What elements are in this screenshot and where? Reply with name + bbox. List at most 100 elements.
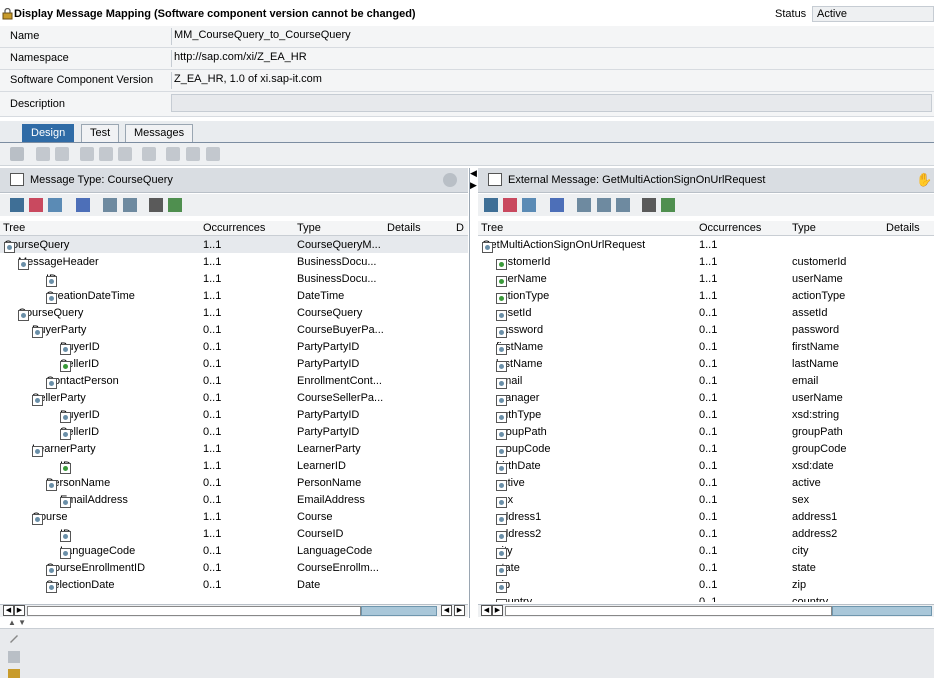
tree-node-name[interactable]: ▽SellerParty — [32, 392, 86, 406]
tree-node-name[interactable]: SelectionDate — [46, 579, 115, 593]
copy-icon[interactable] — [186, 147, 200, 161]
tree-row[interactable]: ID 1..1 LearnerID — [0, 457, 468, 474]
left-scrollbar[interactable]: ◀ ▶ ◀ ▶ — [0, 604, 468, 617]
col-tree-right[interactable]: Tree — [481, 222, 503, 234]
tab-design[interactable]: Design — [22, 124, 75, 142]
tree-row[interactable]: LanguageCode 0..1 LanguageCode — [0, 542, 468, 559]
tree-row[interactable]: ▽BuyerParty 0..1 CourseBuyerPa... — [0, 321, 468, 338]
tree-row[interactable]: sex 0..1 sex — [478, 491, 934, 508]
table-icon[interactable] — [118, 147, 132, 161]
collapse-panel-icon[interactable]: ▲ ▼ — [8, 618, 26, 627]
tree-row[interactable]: birthDate 0..1 xsd:date — [478, 457, 934, 474]
tree-row[interactable]: SellerID 0..1 PartyPartyID — [0, 355, 468, 372]
tree-node-name[interactable]: BuyerID — [60, 409, 100, 423]
tree-view-icon[interactable] — [8, 651, 20, 663]
tree-row[interactable]: address2 0..1 address2 — [478, 525, 934, 542]
name-field[interactable]: MM_CourseQuery_to_CourseQuery — [171, 28, 934, 45]
col-type-right[interactable]: Type — [792, 222, 816, 234]
tree-row[interactable]: actionType 1..1 actionType — [478, 287, 934, 304]
dependency-icon-right[interactable] — [577, 198, 591, 212]
scroll-right-icon-right[interactable]: ▶ — [492, 605, 503, 616]
tree-row[interactable]: BuyerID 0..1 PartyPartyID — [0, 338, 468, 355]
tree-node-name[interactable]: password — [496, 324, 543, 338]
delete-icon[interactable] — [55, 147, 69, 161]
tree-row[interactable]: ID 1..1 CourseID — [0, 525, 468, 542]
tree-row[interactable]: groupCode 0..1 groupCode — [478, 440, 934, 457]
tree-row[interactable]: password 0..1 password — [478, 321, 934, 338]
tree-row[interactable]: ▽CourseQuery 1..1 CourseQueryM... — [0, 236, 468, 253]
tree-node-name[interactable]: assetId — [496, 307, 531, 321]
col-type[interactable]: Type — [297, 222, 321, 234]
tree-row[interactable]: manager 0..1 userName — [478, 389, 934, 406]
tree-row[interactable]: SelectionDate 0..1 Date — [0, 576, 468, 593]
tree-node-name[interactable]: ID — [60, 528, 71, 542]
tree-node-name[interactable]: SellerID — [60, 426, 99, 440]
tree-row[interactable]: ▷ContactPerson 0..1 EnrollmentCont... — [0, 372, 468, 389]
tree-node-name[interactable]: CreationDateTime — [46, 290, 135, 304]
tree-node-name[interactable]: ▽GetMultiActionSignOnUrlRequest — [482, 239, 645, 253]
list-icon[interactable] — [206, 147, 220, 161]
tree-node-name[interactable]: ▽Course — [32, 511, 67, 525]
tree-row[interactable]: ▽MessageHeader 1..1 BusinessDocu... — [0, 253, 468, 270]
export-icon-right[interactable] — [661, 198, 675, 212]
tree-row[interactable]: CourseEnrollmentID 0..1 CourseEnrollm... — [0, 559, 468, 576]
tree-node-name[interactable]: ▷ContactPerson — [46, 375, 119, 389]
tree-row[interactable]: customerId 1..1 customerId — [478, 253, 934, 270]
export-icon[interactable] — [168, 198, 182, 212]
col-occurrences-right[interactable]: Occurrences — [699, 222, 761, 234]
scroll-right-icon-2[interactable]: ▶ — [454, 605, 465, 616]
tree-row[interactable]: authType 0..1 xsd:string — [478, 406, 934, 423]
tree-row[interactable]: active 0..1 active — [478, 474, 934, 491]
tree-node-name[interactable]: groupCode — [496, 443, 550, 457]
col-d[interactable]: D — [456, 222, 464, 234]
tab-test[interactable]: Test — [81, 124, 120, 142]
grid-view-icon-right[interactable] — [503, 198, 517, 212]
dependency-icon[interactable] — [103, 198, 117, 212]
pencil-icon[interactable] — [8, 632, 20, 644]
right-scrollbar[interactable]: ◀ ▶ — [478, 604, 934, 617]
tree-row[interactable]: ▽Course 1..1 Course — [0, 508, 468, 525]
tree-row[interactable]: zip 0..1 zip — [478, 576, 934, 593]
tree-row[interactable]: country 0..1 country — [478, 593, 934, 602]
tree-node-name[interactable]: lastName — [496, 358, 542, 372]
structure-icon-right[interactable] — [597, 198, 611, 212]
tree-node-name[interactable]: ▷PersonName — [46, 477, 110, 491]
tree-node-name[interactable]: EmailAddress — [60, 494, 128, 508]
tree-node-name[interactable]: BuyerID — [60, 341, 100, 355]
filter-icon[interactable] — [76, 198, 90, 212]
tree-row[interactable]: ID 1..1 BusinessDocu... — [0, 270, 468, 287]
src-icon[interactable] — [48, 198, 62, 212]
grid-view-icon[interactable] — [29, 198, 43, 212]
tree-node-name[interactable]: city — [496, 545, 513, 559]
filter-icon-right[interactable] — [550, 198, 564, 212]
scroll-left-icon-right[interactable]: ◀ — [481, 605, 492, 616]
tree-node-name[interactable]: ▽CourseQuery — [4, 239, 69, 253]
tree-row[interactable]: EmailAddress 0..1 EmailAddress — [0, 491, 468, 508]
settings-gear-icon[interactable] — [10, 147, 24, 161]
tree-node-name[interactable]: manager — [496, 392, 539, 406]
tree-node-name[interactable]: firstName — [496, 341, 543, 355]
tree-row[interactable]: address1 0..1 address1 — [478, 508, 934, 525]
tree-node-name[interactable]: customerId — [496, 256, 550, 270]
panel-splitter[interactable] — [469, 168, 470, 618]
tree-row[interactable]: ▷PersonName 0..1 PersonName — [0, 474, 468, 491]
tree-node-name[interactable]: LanguageCode — [60, 545, 135, 559]
expand-arrow-icon[interactable]: ▶ — [470, 180, 477, 191]
find-icon-right[interactable] — [642, 198, 656, 212]
tree-node-name[interactable]: ID — [46, 273, 57, 287]
tree-node-name[interactable]: active — [496, 477, 525, 491]
node-icon[interactable] — [10, 198, 24, 212]
src-icon-right[interactable] — [522, 198, 536, 212]
tree-row[interactable]: ▽LearnerParty 1..1 LearnerParty — [0, 440, 468, 457]
tree-node-name[interactable]: address1 — [496, 511, 541, 525]
node-icon-right[interactable] — [484, 198, 498, 212]
col-tree[interactable]: Tree — [3, 222, 25, 234]
tree-node-name[interactable]: ID — [60, 460, 71, 474]
tree-row[interactable]: lastName 0..1 lastName — [478, 355, 934, 372]
tree-row[interactable]: ▽CourseQuery 1..1 CourseQuery — [0, 304, 468, 321]
tree-node-name[interactable]: ▽LearnerParty — [32, 443, 96, 457]
tree-row[interactable]: ▽SellerParty 0..1 CourseSellerPa... — [0, 389, 468, 406]
scroll-right-icon[interactable]: ▶ — [14, 605, 25, 616]
grid-icon[interactable] — [36, 147, 50, 161]
scroll-left-icon-2[interactable]: ◀ — [441, 605, 452, 616]
